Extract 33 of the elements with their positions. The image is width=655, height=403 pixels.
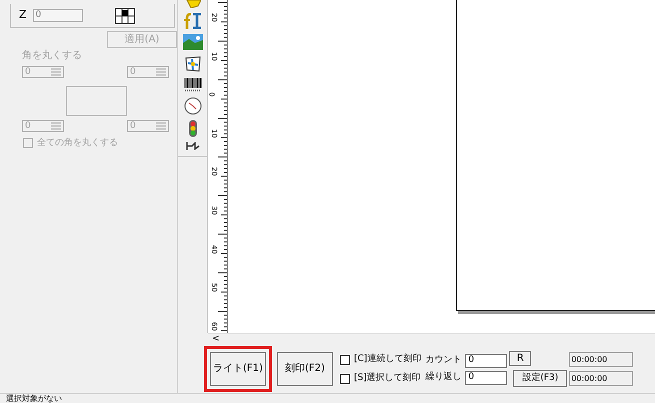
grid-icon[interactable] [114,8,135,24]
checkbox-label: 全ての角を丸くする [37,138,118,148]
settings-button[interactable]: 設定(F3) [513,370,568,387]
image-icon[interactable] [182,34,202,50]
timer-display: 00:00:00 [569,352,634,367]
z-field[interactable]: 0 [32,9,83,22]
clock-icon[interactable] [184,97,202,115]
spin-arrows-icon [156,68,166,76]
dimension-icon[interactable] [186,142,200,150]
reset-button[interactable]: R [509,351,532,366]
checkbox[interactable] [340,374,350,384]
round-corners-label: 角を丸くする [22,51,82,61]
checkbox-label: [C]連続して刻印 [354,355,422,364]
shape-icon[interactable] [184,0,200,8]
z-label: Z [19,7,27,24]
spin-arrows-icon [51,122,61,130]
checkbox[interactable] [340,354,350,364]
field-label: カウント [425,356,462,365]
spin-arrows-icon [51,68,61,76]
corner-preview [66,86,127,116]
action-button[interactable]: 刻印(F2) [277,352,333,386]
action-button[interactable]: ライト(F1) [210,352,266,386]
spin-arrows-icon [156,122,166,130]
barcode-icon[interactable] [184,78,202,92]
text-tool-icon[interactable] [184,13,202,29]
number-field[interactable]: 0 [465,354,508,368]
traffic-light-icon[interactable] [188,120,196,137]
number-field[interactable]: 0 [465,370,508,384]
checkbox-label: [S]選択して刻印 [354,374,421,383]
status-text: 選択対象がない [6,394,62,402]
scroll-left-arrow[interactable]: < [208,335,220,344]
timer-display: 00:00:00 [569,371,634,386]
field-label: 繰り返し [425,373,462,382]
